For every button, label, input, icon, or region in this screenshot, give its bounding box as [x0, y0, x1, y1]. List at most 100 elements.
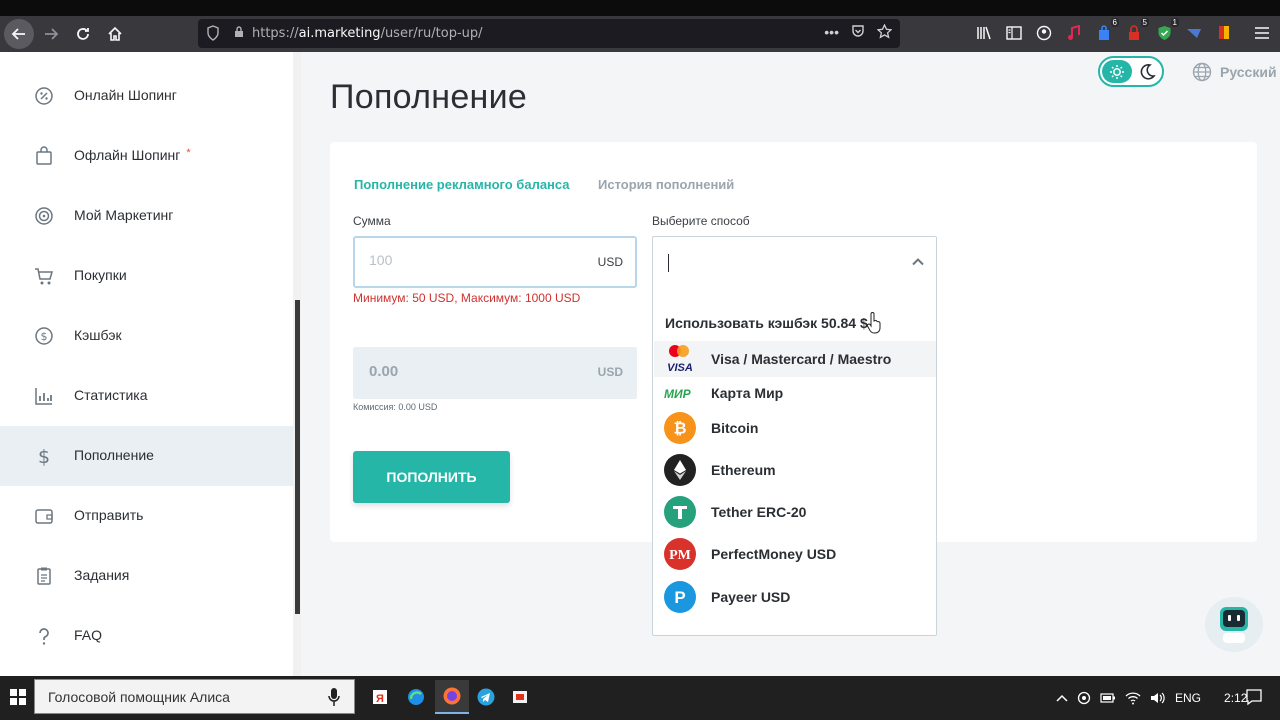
- microphone-icon[interactable]: [328, 687, 340, 707]
- volume-icon[interactable]: [1150, 691, 1166, 705]
- forward-button[interactable]: [36, 19, 66, 49]
- language-label: Русский: [1220, 64, 1277, 80]
- svg-text:₿: ₿: [673, 419, 686, 438]
- account-icon[interactable]: [1035, 24, 1053, 42]
- option-tether[interactable]: Tether ERC-20: [654, 494, 936, 530]
- windows-taskbar: Голосовой помощник Алиса Я ENG 2:12: [0, 676, 1280, 720]
- payeer-icon: P: [664, 581, 696, 613]
- option-mir[interactable]: МИР Карта Мир: [654, 375, 936, 411]
- question-icon: [39, 628, 49, 645]
- svg-text:$: $: [41, 330, 48, 343]
- notifications-icon[interactable]: [1245, 688, 1263, 706]
- ethereum-icon: [664, 454, 696, 486]
- reload-button[interactable]: [68, 19, 98, 49]
- sidebar-item-tasks[interactable]: Задания: [0, 546, 293, 606]
- more-actions-icon[interactable]: •••: [824, 24, 839, 42]
- address-bar[interactable]: https://ai.marketing/user/ru/top-up/ •••: [198, 19, 900, 48]
- dollar-icon: $: [38, 446, 50, 466]
- language-selector[interactable]: Русский: [1192, 62, 1277, 82]
- home-button[interactable]: [100, 19, 130, 49]
- percent-icon: [35, 87, 53, 105]
- flag-extension-icon[interactable]: [1215, 24, 1233, 42]
- lock-icon[interactable]: [234, 26, 244, 41]
- top-up-button[interactable]: ПОПОЛНИТЬ: [353, 451, 510, 503]
- chart-icon: [35, 388, 52, 405]
- option-perfectmoney[interactable]: PM PerfectMoney USD: [654, 536, 936, 572]
- extension-badge-icon[interactable]: 6: [1095, 18, 1119, 42]
- sidebar-item-send[interactable]: Отправить: [0, 486, 293, 546]
- commission-text: Комиссия: 0.00 USD: [353, 402, 438, 412]
- clipboard-icon: [37, 567, 51, 585]
- moon-icon[interactable]: [1136, 61, 1158, 83]
- chevron-up-icon[interactable]: [910, 254, 926, 270]
- music-extension-icon[interactable]: [1065, 24, 1083, 42]
- tab-top-up-balance[interactable]: Пополнение рекламного баланса: [354, 177, 570, 192]
- edge-app-icon[interactable]: [399, 680, 433, 714]
- svg-text:P: P: [674, 588, 685, 607]
- wifi-icon[interactable]: [1125, 691, 1141, 705]
- shield-icon[interactable]: [206, 25, 220, 41]
- taskbar-search-text: Голосовой помощник Алиса: [48, 689, 230, 705]
- adblock-shield-icon[interactable]: 1: [1155, 18, 1179, 42]
- back-button[interactable]: [4, 19, 34, 49]
- chat-assistant-button[interactable]: [1205, 597, 1263, 652]
- amount-limits-hint: Минимум: 50 USD, Максимум: 1000 USD: [353, 291, 581, 305]
- sidebar-item-offline-shopping[interactable]: Офлайн Шопинг *: [0, 126, 293, 186]
- sidebar-item-statistics[interactable]: Статистика: [0, 366, 293, 426]
- coin-icon: $: [35, 327, 53, 345]
- url-text: https://ai.marketing/user/ru/top-up/: [252, 26, 483, 41]
- window-titlebar: [0, 0, 1280, 16]
- option-ethereum[interactable]: Ethereum: [654, 452, 936, 488]
- pocket-icon[interactable]: [851, 24, 865, 42]
- sidebar: Онлайн Шопинг Офлайн Шопинг * Мой Маркети…: [0, 52, 293, 676]
- sun-icon[interactable]: [1102, 60, 1132, 83]
- taskbar-search[interactable]: Голосовой помощник Алиса: [34, 679, 355, 714]
- camera-tray-icon[interactable]: [1077, 691, 1091, 705]
- svg-text:PM: PM: [669, 548, 691, 563]
- sidebar-scrollbar-thumb[interactable]: [295, 300, 300, 614]
- sidebar-item-my-marketing[interactable]: Мой Маркетинг: [0, 186, 293, 246]
- card-icon: VISA: [664, 343, 696, 375]
- battery-icon[interactable]: [1100, 692, 1116, 704]
- use-cashback-option[interactable]: Использовать кэшбэк 50.84 $: [665, 315, 868, 331]
- browser-toolbar: https://ai.marketing/user/ru/top-up/ •••…: [0, 16, 1280, 52]
- windows-start-icon[interactable]: [10, 689, 26, 705]
- clock[interactable]: 2:12: [1224, 691, 1247, 705]
- svg-text:МИР: МИР: [664, 387, 692, 400]
- translate-extension-icon[interactable]: [1185, 24, 1203, 42]
- option-payeer[interactable]: P Payeer USD: [654, 579, 936, 615]
- lock-extension-icon[interactable]: 5: [1125, 18, 1149, 42]
- sidebar-item-top-up[interactable]: $ Пополнение: [0, 426, 293, 486]
- method-label: Выберите способ: [652, 214, 750, 228]
- option-bitcoin[interactable]: ₿ Bitcoin: [654, 410, 936, 446]
- amount-input[interactable]: [369, 252, 569, 268]
- tray-expand-icon[interactable]: [1056, 693, 1068, 703]
- tab-top-up-history[interactable]: История пополнений: [598, 177, 734, 192]
- home-icon: [108, 26, 122, 41]
- menu-hamburger-icon[interactable]: [1253, 24, 1271, 42]
- system-tray: ENG 2:12: [1056, 676, 1247, 720]
- robot-icon: [1220, 607, 1248, 643]
- target-icon: [35, 207, 53, 225]
- bookmark-star-icon[interactable]: [876, 23, 893, 42]
- library-icon[interactable]: [975, 24, 993, 42]
- telegram-app-icon[interactable]: [469, 680, 503, 714]
- reload-icon: [77, 28, 89, 40]
- firefox-app-icon[interactable]: [435, 680, 469, 714]
- sidebar-item-faq[interactable]: FAQ: [0, 606, 293, 666]
- sidebar-item-purchases[interactable]: Покупки: [0, 246, 293, 306]
- sidebar-toggle-icon[interactable]: [1005, 24, 1023, 42]
- amount-field[interactable]: USD: [353, 236, 637, 288]
- bitcoin-icon: ₿: [664, 412, 696, 444]
- arrow-right-icon: [45, 28, 59, 40]
- theme-toggle[interactable]: [1098, 56, 1164, 87]
- yandex-app-icon[interactable]: Я: [363, 680, 397, 714]
- total-field: 0.00 USD: [353, 347, 637, 399]
- option-visa-mastercard[interactable]: VISA Visa / Mastercard / Maestro: [654, 341, 936, 377]
- payment-method-dropdown[interactable]: Использовать кэшбэк 50.84 $ VISA Visa / …: [652, 236, 937, 636]
- sidebar-item-online-shopping[interactable]: Онлайн Шопинг: [0, 66, 293, 126]
- tether-icon: [664, 496, 696, 528]
- app-window-icon[interactable]: [503, 680, 537, 714]
- input-language[interactable]: ENG: [1175, 691, 1201, 705]
- sidebar-item-cashback[interactable]: $ Кэшбэк: [0, 306, 293, 366]
